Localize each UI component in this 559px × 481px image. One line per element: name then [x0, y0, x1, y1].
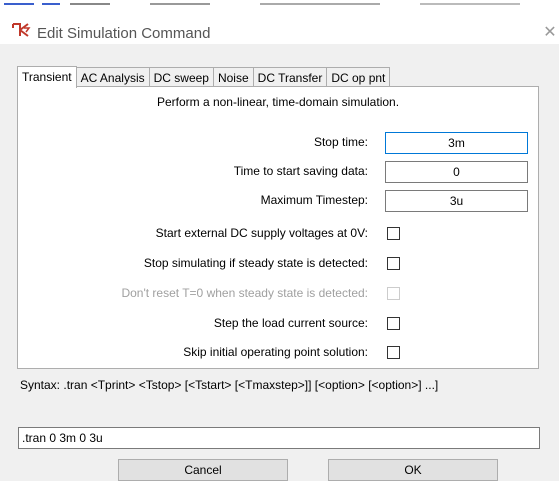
ltspice-app-icon [12, 23, 31, 37]
tab-dc-sweep[interactable]: DC sweep [149, 67, 214, 87]
dont-reset-t0-checkbox [387, 287, 400, 300]
cancel-button[interactable]: Cancel [118, 459, 288, 481]
max-timestep-label: Maximum Timestep: [260, 193, 368, 207]
tab-transient[interactable]: Transient [17, 66, 77, 88]
dont-reset-t0-label: Don't reset T=0 when steady state is det… [121, 286, 368, 300]
tab-dc-transfer[interactable]: DC Transfer [253, 67, 328, 87]
stop-time-input[interactable]: 3m [385, 132, 528, 154]
syntax-hint: Syntax: .tran <Tprint> <Tstop> [<Tstart>… [20, 378, 439, 392]
stop-steady-state-label: Stop simulating if steady state is detec… [143, 256, 368, 270]
stop-time-label: Stop time: [313, 135, 368, 149]
window-title: Edit Simulation Command [37, 25, 211, 42]
command-line-input[interactable]: .tran 0 3m 0 3u [18, 427, 540, 449]
max-timestep-input[interactable]: 3u [385, 190, 528, 212]
transient-panel: Perform a non-linear, time-domain simula… [17, 86, 539, 369]
analysis-description: Perform a non-linear, time-domain simula… [156, 95, 400, 109]
tab-noise[interactable]: Noise [213, 67, 254, 87]
skip-op-point-label: Skip initial operating point solution: [183, 345, 368, 359]
start-dc-supply-checkbox[interactable] [387, 227, 400, 240]
dialog-body: Transient AC Analysis DC sweep Noise DC … [0, 44, 559, 481]
step-load-current-label: Step the load current source: [213, 316, 368, 330]
stop-steady-state-checkbox[interactable] [387, 257, 400, 270]
step-load-current-checkbox[interactable] [387, 317, 400, 330]
tab-dc-op-pnt[interactable]: DC op pnt [327, 67, 391, 87]
start-saving-input[interactable]: 0 [385, 161, 528, 183]
start-saving-label: Time to start saving data: [233, 164, 368, 178]
tab-strip: Transient AC Analysis DC sweep Noise DC … [17, 66, 391, 88]
background-window-strip [0, 0, 559, 8]
ok-button[interactable]: OK [328, 459, 498, 481]
title-bar: Edit Simulation Command ✕ [0, 8, 559, 44]
start-dc-supply-label: Start external DC supply voltages at 0V: [155, 226, 368, 240]
close-icon[interactable]: ✕ [541, 24, 559, 42]
skip-op-point-checkbox[interactable] [387, 346, 400, 359]
tab-ac-analysis[interactable]: AC Analysis [76, 67, 150, 87]
